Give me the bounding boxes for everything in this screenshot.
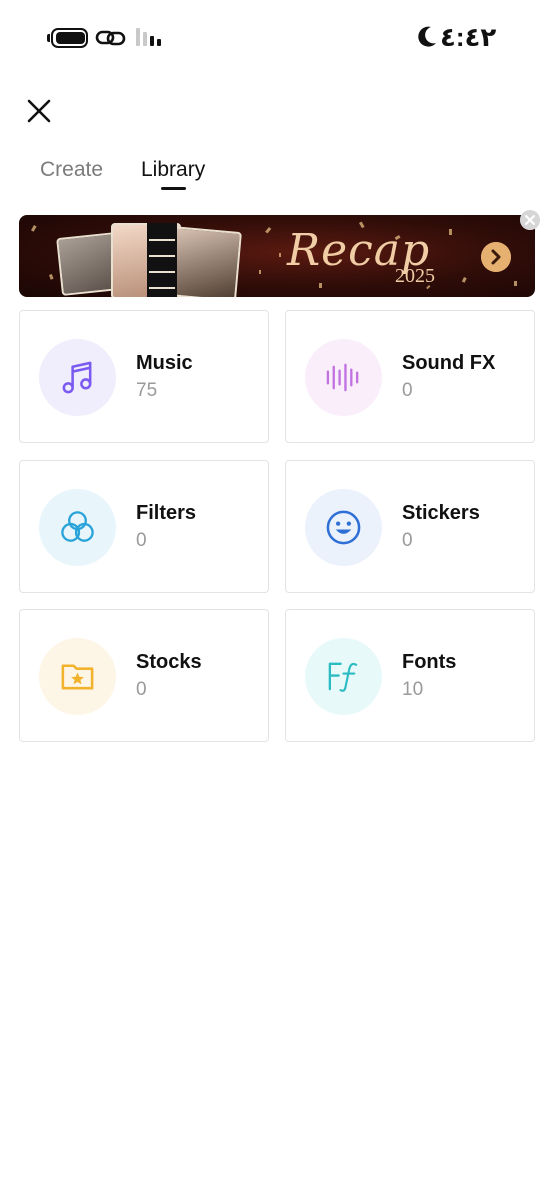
- music-note-icon: [62, 361, 92, 394]
- battery-icon: [47, 28, 88, 48]
- music-icon-badge: [39, 339, 116, 416]
- banner-close-icon[interactable]: [520, 210, 540, 230]
- library-screen: ٤:٤٢ Create Library Recap 2025 Music 75 …: [0, 0, 554, 1200]
- card-filters[interactable]: Filters 0: [19, 460, 269, 593]
- tab-bar: Create Library: [0, 150, 554, 194]
- moon-icon: [418, 26, 436, 47]
- font-ff-icon: [328, 662, 358, 692]
- card-title: Stocks: [136, 651, 202, 673]
- stocks-icon-badge: [39, 638, 116, 715]
- filters-circles-icon: [61, 511, 94, 542]
- active-tab-indicator: [161, 187, 186, 190]
- card-title: Filters: [136, 502, 197, 524]
- link-icon: [95, 30, 126, 46]
- sound-wave-icon: [326, 363, 359, 392]
- card-count: 0: [136, 679, 147, 700]
- sound-fx-icon-badge: [305, 339, 382, 416]
- star-folder-icon: [61, 664, 94, 690]
- chevron-right-icon[interactable]: [481, 242, 511, 272]
- recap-photo-collage: [56, 221, 259, 297]
- card-title: Sound FX: [402, 352, 496, 374]
- banner-year: 2025: [395, 265, 435, 287]
- signal-icon: [136, 28, 161, 46]
- tab-library[interactable]: Library: [141, 158, 205, 182]
- card-count: 10: [402, 679, 424, 700]
- card-sound-fx[interactable]: Sound FX 0: [285, 310, 535, 443]
- card-music[interactable]: Music 75: [19, 310, 269, 443]
- clock: ٤:٤٢: [440, 22, 497, 52]
- filters-icon-badge: [39, 489, 116, 566]
- card-count: 75: [136, 380, 158, 401]
- fonts-icon-badge: [305, 638, 382, 715]
- card-stocks[interactable]: Stocks 0: [19, 609, 269, 742]
- recap-banner[interactable]: Recap 2025: [19, 215, 535, 297]
- card-title: Music: [136, 352, 193, 374]
- card-count: 0: [402, 380, 413, 401]
- smiley-icon: [326, 510, 361, 545]
- close-button[interactable]: [22, 94, 56, 128]
- card-count: 0: [136, 530, 147, 551]
- stickers-icon-badge: [305, 489, 382, 566]
- card-stickers[interactable]: Stickers 0: [285, 460, 535, 593]
- status-bar: ٤:٤٢: [0, 0, 554, 76]
- card-fonts[interactable]: Fonts 10: [285, 609, 535, 742]
- tab-create[interactable]: Create: [40, 158, 103, 182]
- card-title: Fonts: [402, 651, 457, 673]
- card-title: Stickers: [402, 502, 480, 524]
- card-count: 0: [402, 530, 413, 551]
